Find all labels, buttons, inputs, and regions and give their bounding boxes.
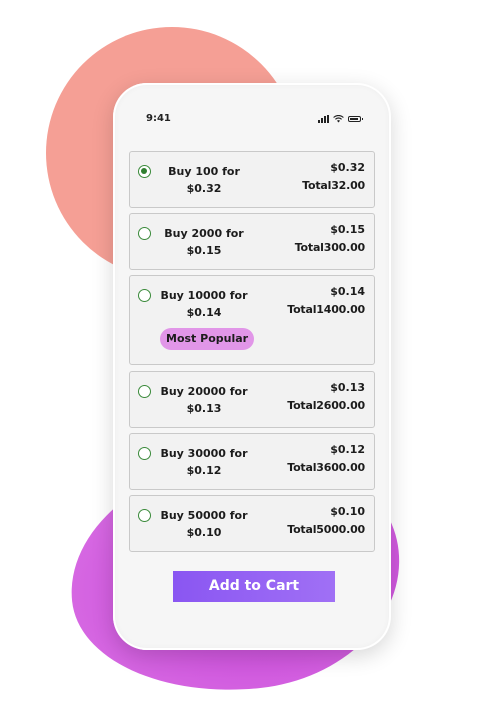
- most-popular-badge: Most Popular: [160, 328, 255, 350]
- offer-option[interactable]: Buy 10000 for $0.14 $0.14 Total1400.00 M…: [129, 275, 375, 365]
- offer-title-line1: Buy 10000 for: [160, 289, 248, 302]
- stage: 9:41 Buy 100 for $0.32 $0.32 Total32.00 …: [0, 0, 500, 716]
- offer-title-line2: $0.15: [186, 244, 222, 257]
- offer-option[interactable]: Buy 30000 for $0.12 $0.12 Total3600.00: [129, 433, 375, 490]
- offer-title: Buy 100 for $0.32: [154, 163, 254, 197]
- offer-title-line1: Buy 100 for: [168, 165, 240, 178]
- offer-price: $0.14: [330, 285, 365, 298]
- offer-title-line1: Buy 50000 for: [160, 509, 248, 522]
- offer-price: $0.32: [330, 161, 365, 174]
- offer-total: Total2600.00: [287, 399, 365, 412]
- status-bar: 9:41: [113, 113, 391, 129]
- radio-button[interactable]: [138, 227, 151, 240]
- offer-title-line1: Buy 2000 for: [164, 227, 244, 240]
- offer-option[interactable]: Buy 100 for $0.32 $0.32 Total32.00: [129, 151, 375, 208]
- offer-title-line1: Buy 20000 for: [160, 385, 248, 398]
- offer-price: $0.10: [330, 505, 365, 518]
- offer-option[interactable]: Buy 2000 for $0.15 $0.15 Total300.00: [129, 213, 375, 270]
- signal-icon: [318, 115, 329, 123]
- offer-title-line2: $0.10: [186, 526, 222, 539]
- offer-title-line2: $0.14: [186, 306, 222, 319]
- radio-button[interactable]: [138, 447, 151, 460]
- radio-button[interactable]: [138, 289, 151, 302]
- offer-title-line2: $0.12: [186, 464, 222, 477]
- offer-total: Total3600.00: [287, 461, 365, 474]
- offer-title: Buy 20000 for $0.13: [154, 383, 254, 417]
- offer-title-line2: $0.13: [186, 402, 222, 415]
- battery-icon: [348, 116, 363, 122]
- offer-total: Total300.00: [294, 241, 366, 254]
- offer-total: Total1400.00: [287, 303, 365, 316]
- offer-total: Total32.00: [302, 179, 365, 192]
- radio-button[interactable]: [138, 509, 151, 522]
- offer-title: Buy 10000 for $0.14: [154, 287, 254, 321]
- offer-price: $0.13: [330, 381, 365, 394]
- offer-option[interactable]: Buy 50000 for $0.10 $0.10 Total5000.00: [129, 495, 375, 552]
- phone-frame: 9:41 Buy 100 for $0.32 $0.32 Total32.00 …: [113, 83, 391, 650]
- offer-price: $0.12: [330, 443, 365, 456]
- offer-price: $0.15: [330, 223, 365, 236]
- offer-title: Buy 2000 for $0.15: [154, 225, 254, 259]
- status-icons: [318, 115, 363, 123]
- offer-option[interactable]: Buy 20000 for $0.13 $0.13 Total2600.00: [129, 371, 375, 428]
- wifi-icon: [333, 115, 344, 123]
- offer-total: Total5000.00: [287, 523, 365, 536]
- offer-title-line2: $0.32: [186, 182, 222, 195]
- offer-title-line1: Buy 30000 for: [160, 447, 248, 460]
- radio-button[interactable]: [138, 385, 151, 398]
- offer-title: Buy 30000 for $0.12: [154, 445, 254, 479]
- status-time: 9:41: [146, 113, 171, 124]
- offer-title: Buy 50000 for $0.10: [154, 507, 254, 541]
- radio-button[interactable]: [138, 165, 151, 178]
- add-to-cart-button[interactable]: Add to Cart: [173, 571, 335, 602]
